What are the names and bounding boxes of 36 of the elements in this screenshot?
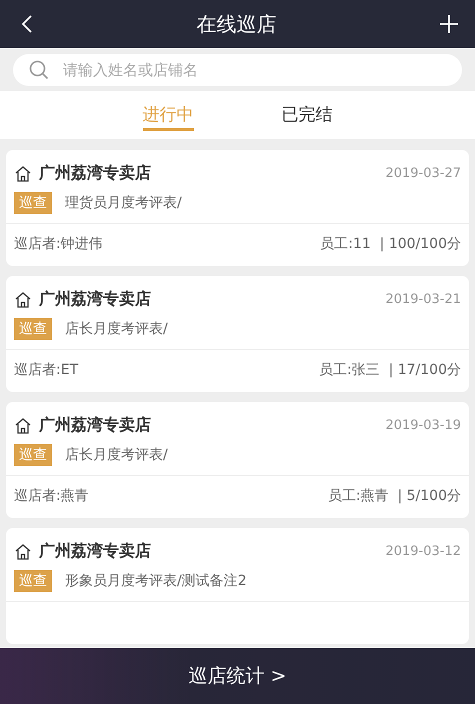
page-title: 在线巡店 — [196, 10, 276, 38]
score-text: 员工:燕青 | 5/100分 — [328, 487, 461, 506]
search-field[interactable]: 请输入姓名或店铺名 — [13, 54, 462, 86]
inspector-name: 巡店者:钟进伟 — [14, 235, 103, 254]
form-name: 理货员月度考评表/ — [65, 194, 182, 212]
home-icon — [14, 290, 32, 308]
form-name: 店长月度考评表/ — [65, 320, 168, 338]
type-tag: 巡查 — [14, 444, 52, 466]
home-icon — [14, 164, 32, 182]
home-icon — [14, 416, 32, 434]
type-tag: 巡查 — [14, 570, 52, 592]
store-name: 广州荔湾专卖店 — [39, 415, 152, 436]
record-date: 2019-03-19 — [385, 418, 461, 433]
record-date: 2019-03-12 — [385, 544, 461, 559]
score-text: 员工:张三 | 17/100分 — [318, 361, 461, 380]
tab[interactable]: 已完结 — [282, 91, 332, 131]
store-name: 广州荔湾专卖店 — [39, 541, 152, 562]
store-name: 广州荔湾专卖店 — [39, 163, 152, 184]
search-icon — [29, 60, 49, 80]
store-name: 广州荔湾专卖店 — [39, 289, 152, 310]
record-card[interactable]: 广州荔湾专卖店 2019-03-19 巡查 店长月度考评表/ 巡店者:燕青 员工:燕青 | 5/100分 — [6, 402, 469, 518]
add-icon[interactable] — [437, 12, 461, 36]
form-name: 店长月度考评表/ — [65, 446, 168, 464]
statistics-button[interactable]: 巡店统计 > — [0, 648, 475, 704]
record-card[interactable]: 广州荔湾专卖店 2019-03-12 巡查 形象员月度考评表/测试备注2 — [6, 528, 469, 644]
form-name: 形象员月度考评表/测试备注2 — [65, 572, 247, 590]
type-tag: 巡查 — [14, 192, 52, 214]
inspector-name: 巡店者:燕青 — [14, 487, 89, 506]
record-card[interactable]: 广州荔湾专卖店 2019-03-27 巡查 理货员月度考评表/ 巡店者:钟进伟 员工:11 | 100/100分 — [6, 150, 469, 266]
inspector-name: 巡店者:ET — [14, 361, 78, 380]
type-tag: 巡查 — [14, 318, 52, 340]
score-text: 员工:11 | 100/100分 — [320, 235, 461, 254]
record-date: 2019-03-27 — [385, 166, 461, 181]
home-icon — [14, 542, 32, 560]
record-date: 2019-03-21 — [385, 292, 461, 307]
record-card[interactable]: 广州荔湾专卖店 2019-03-21 巡查 店长月度考评表/ 巡店者:ET 员工:张三 | 17/100分 — [6, 276, 469, 392]
